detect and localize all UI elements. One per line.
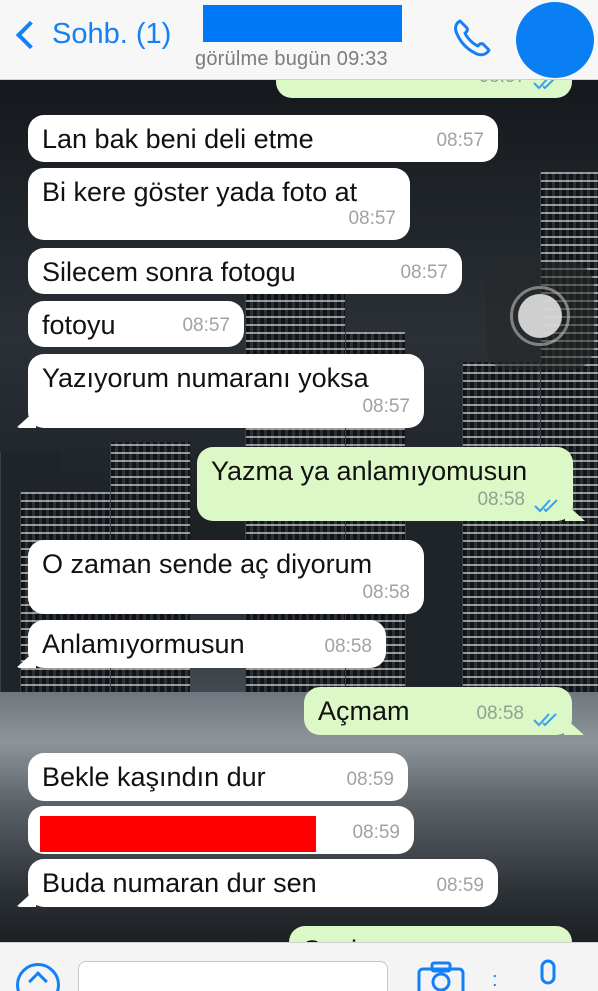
message-text: Açmam (318, 696, 410, 726)
back-label: Sohb. (1) (52, 18, 172, 50)
back-button[interactable]: Sohb. (1) (12, 18, 171, 51)
message-bubble-outgoing[interactable]: Açmam 08:58 (304, 687, 584, 735)
message-bubble-incoming[interactable]: O zaman sende aç diyorum 08:58 (28, 540, 424, 614)
message-bubble-incoming[interactable]: Anlamıyormusun 08:58 (16, 620, 386, 668)
message-redaction-block (40, 816, 316, 852)
message-bubble-outgoing[interactable]: Yazma ya anlamıyomusun 08:58 (197, 447, 585, 521)
camera-icon[interactable] (416, 961, 466, 991)
message-text: Lan bak beni deli etme (42, 124, 314, 154)
message-input[interactable] (78, 961, 388, 991)
message-time: 08:57 (348, 208, 396, 229)
contact-name-redacted[interactable] (203, 5, 402, 42)
message-time: 08:59 (346, 769, 394, 790)
message-bubble-incoming[interactable]: Yazıyorum numaranı yoksa 08:57 (16, 354, 424, 428)
message-time: 08:57 (400, 262, 448, 283)
message-text: fotoyu (42, 310, 116, 340)
assistive-touch-icon[interactable] (486, 262, 594, 370)
message-bubble-incoming[interactable]: Lan bak beni deli etme 08:57 (28, 115, 498, 162)
message-time: 08:59 (436, 875, 484, 896)
message-text: Bekle kaşındın dur (42, 762, 266, 792)
message-bubble-incoming[interactable]: Silecem sonra fotogu 08:57 (28, 248, 462, 294)
message-time: 08:58 (362, 582, 410, 603)
message-time: 08:58 (477, 489, 525, 510)
message-time: 08:57 (362, 396, 410, 417)
message-text: Silecem sonra fotogu (42, 257, 296, 287)
message-time: 08:57 (436, 130, 484, 151)
message-bubble-incoming[interactable]: Buda numaran dur sen 08:59 (16, 859, 498, 907)
read-ticks-icon (534, 499, 558, 513)
contact-avatar[interactable] (516, 2, 594, 78)
message-text: Anlamıyormusun (42, 629, 245, 659)
upload-icon[interactable] (16, 963, 60, 991)
message-bubble-incoming[interactable]: Bekle kaşındın dur 08:59 (28, 753, 408, 801)
last-seen-status: görülme bugün 09:33 (195, 48, 388, 70)
message-text: Yazma ya anlamıyomusun (211, 456, 528, 486)
message-text: O zaman sende aç diyorum (42, 549, 373, 579)
message-text: Buda numaran dur sen (42, 868, 317, 898)
back-chevron-icon (15, 20, 45, 49)
separator-dot: : (492, 969, 498, 991)
message-time: 08:59 (352, 822, 400, 843)
message-time: 08:58 (324, 636, 372, 657)
message-text: Yazıyorum numaranı yoksa (42, 363, 369, 393)
message-text: Bi kere göster yada foto at (42, 177, 358, 207)
chat-header: Sohb. (1) görülme bugün 09:33 (0, 0, 598, 80)
message-time: 08:57 (182, 315, 230, 336)
read-ticks-icon (533, 713, 557, 727)
message-bubble-incoming[interactable]: fotoyu 08:57 (28, 301, 244, 347)
microphone-icon[interactable] (536, 959, 560, 991)
phone-icon[interactable] (450, 16, 494, 60)
message-bubble-incoming[interactable]: Bi kere göster yada foto at 08:57 (28, 168, 410, 240)
message-input-bar: : (0, 942, 598, 991)
message-time: 08:58 (476, 703, 524, 724)
